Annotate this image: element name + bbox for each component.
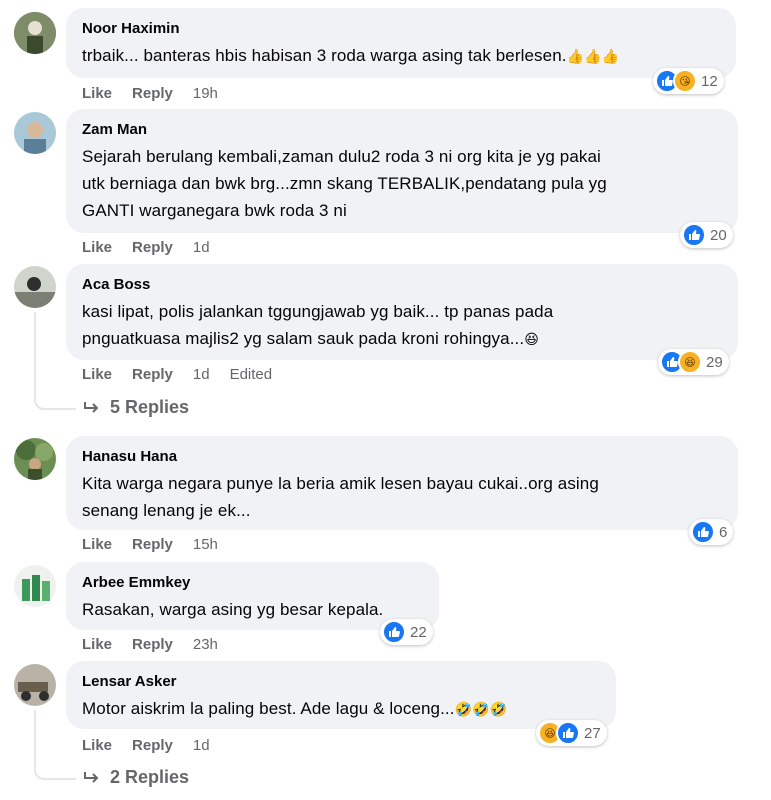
reply-button[interactable]: Reply: [132, 366, 173, 383]
avatar[interactable]: [14, 12, 56, 54]
reaction-count: 22: [410, 623, 427, 641]
like-button[interactable]: Like: [82, 366, 112, 383]
timestamp[interactable]: 1d: [193, 239, 210, 256]
avatar-photo-icon: [14, 664, 56, 706]
replies-count-label: 5 Replies: [110, 397, 190, 417]
comment-text-line: kasi lipat, polis jalankan tggungjawab y…: [82, 302, 554, 321]
timestamp[interactable]: 1d: [193, 737, 210, 754]
reply-button[interactable]: Reply: [132, 737, 173, 754]
reply-arrow-icon: [84, 771, 99, 783]
reaction-count: 20: [710, 226, 727, 244]
avatar-photo-icon: [14, 112, 56, 154]
haha-icon: 😆: [678, 350, 702, 374]
comment-text: Motor aiskrim la paling best. Ade lagu &…: [82, 699, 508, 718]
comment-author[interactable]: Noor Haximin: [82, 20, 720, 38]
comment-bubble: Lensar Asker Motor aiskrim la paling bes…: [66, 661, 616, 729]
comment-text-line: Kita warga negara punye la beria amik le…: [82, 474, 599, 493]
laughing-emoji-icon: 😆: [524, 331, 539, 347]
rofl-emoji-icon: 🤣🤣🤣: [454, 701, 508, 717]
like-button[interactable]: Like: [82, 85, 112, 102]
reply-arrow-icon: [84, 401, 99, 413]
comment-actions: Like Reply 1d: [82, 237, 210, 257]
edited-label: Edited: [229, 365, 273, 383]
comment-actions: Like Reply 15h: [82, 534, 218, 554]
timestamp[interactable]: 19h: [193, 85, 218, 102]
like-icon: [556, 721, 580, 745]
view-replies-button[interactable]: 5 Replies: [82, 397, 189, 418]
reaction-count: 6: [719, 523, 728, 541]
reply-button[interactable]: Reply: [132, 85, 173, 102]
reaction-summary[interactable]: 22: [380, 619, 433, 645]
care-icon: 😘: [673, 69, 697, 93]
comment-text-line: GANTI warganegara bwk roda 3 ni: [82, 201, 347, 220]
avatar-photo-icon: [14, 266, 56, 308]
avatar-photo-icon: [14, 438, 56, 480]
avatar[interactable]: [14, 565, 56, 607]
avatar-photo-icon: [14, 565, 56, 607]
reaction-count: 29: [706, 353, 723, 371]
comment-actions: Like Reply 23h: [82, 634, 218, 654]
like-button[interactable]: Like: [82, 536, 112, 553]
reply-button[interactable]: Reply: [132, 239, 173, 256]
comment-text-line: pnguatkuasa majlis2 yg salam sauk pada k…: [82, 329, 539, 348]
thumbs-up-emoji-icon: 👍👍👍: [566, 48, 620, 64]
timestamp[interactable]: 15h: [193, 536, 218, 553]
comment-author[interactable]: Hanasu Hana: [82, 448, 722, 466]
like-icon: [682, 223, 706, 247]
like-icon: [382, 620, 406, 644]
reaction-summary[interactable]: 6: [689, 519, 734, 545]
avatar[interactable]: [14, 664, 56, 706]
avatar[interactable]: [14, 112, 56, 154]
comment-actions: Like Reply 1d Edited: [82, 364, 272, 384]
comment-bubble: Zam Man Sejarah berulang kembali,zaman d…: [66, 109, 738, 233]
comment-bubble: Arbee Emmkey Rasakan, warga asing yg bes…: [66, 562, 439, 630]
reaction-summary[interactable]: 😘 12: [653, 68, 724, 94]
view-replies-button[interactable]: 2 Replies: [82, 767, 189, 788]
avatar-photo-icon: [14, 12, 56, 54]
reply-button[interactable]: Reply: [132, 536, 173, 553]
avatar[interactable]: [14, 266, 56, 308]
timestamp[interactable]: 1d: [193, 366, 210, 383]
replies-count-label: 2 Replies: [110, 767, 190, 787]
comment-text-line: utk berniaga dan bwk brg...zmn skang TER…: [82, 174, 607, 193]
like-button[interactable]: Like: [82, 737, 112, 754]
reply-button[interactable]: Reply: [132, 636, 173, 653]
comment-author[interactable]: Zam Man: [82, 121, 722, 139]
reaction-summary[interactable]: 20: [680, 222, 733, 248]
avatar[interactable]: [14, 438, 56, 480]
reaction-summary[interactable]: 😆 29: [658, 349, 729, 375]
like-icon: [691, 520, 715, 544]
reaction-count: 27: [584, 724, 601, 742]
like-button[interactable]: Like: [82, 239, 112, 256]
comment-text-line: senang lenang je ek...: [82, 501, 251, 520]
timestamp[interactable]: 23h: [193, 636, 218, 653]
comment-bubble: Aca Boss kasi lipat, polis jalankan tggu…: [66, 264, 738, 360]
like-button[interactable]: Like: [82, 636, 112, 653]
comment-text: Rasakan, warga asing yg besar kepala.: [82, 600, 384, 619]
reaction-summary[interactable]: 😆 27: [536, 720, 607, 746]
comment-text: trbaik... banteras hbis habisan 3 roda w…: [82, 46, 620, 65]
comment-text-line: Sejarah berulang kembali,zaman dulu2 rod…: [82, 147, 601, 166]
comment-actions: Like Reply 19h: [82, 83, 218, 103]
comment-author[interactable]: Lensar Asker: [82, 673, 600, 691]
reaction-count: 12: [701, 72, 718, 90]
comment-bubble: Hanasu Hana Kita warga negara punye la b…: [66, 436, 738, 530]
comment-bubble: Noor Haximin trbaik... banteras hbis hab…: [66, 8, 736, 78]
comment-actions: Like Reply 1d: [82, 735, 210, 755]
comment-author[interactable]: Arbee Emmkey: [82, 574, 423, 592]
comment-author[interactable]: Aca Boss: [82, 276, 722, 294]
